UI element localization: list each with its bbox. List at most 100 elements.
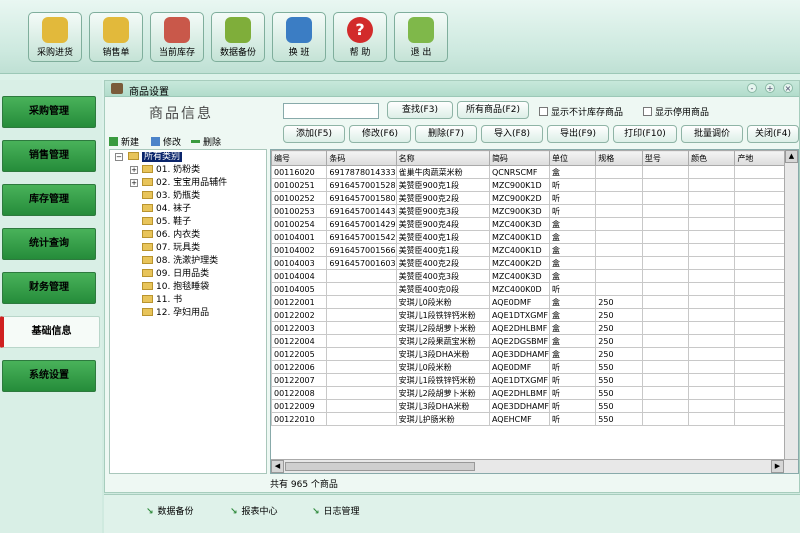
table-cell[interactable]: MZC400K3D xyxy=(488,217,551,231)
tree-item[interactable]: 07. 玩具类 xyxy=(142,242,200,254)
show-no-stock-checkbox[interactable]: 显示不计库存商品 xyxy=(539,105,623,119)
expand-icon[interactable]: + xyxy=(130,179,138,187)
column-header[interactable]: 简码 xyxy=(488,150,551,166)
table-cell[interactable]: 00122010 xyxy=(271,412,328,426)
table-cell[interactable] xyxy=(688,334,736,348)
table-cell[interactable]: 6916457001429 xyxy=(326,217,397,231)
table-cell[interactable] xyxy=(688,178,736,192)
table-cell[interactable] xyxy=(688,360,736,374)
table-cell[interactable]: MZC400K0D xyxy=(488,282,551,296)
inventory-button[interactable]: 当前库存 xyxy=(150,12,204,62)
nav-statistics[interactable]: 统计查询 xyxy=(2,228,96,260)
table-cell[interactable] xyxy=(688,399,736,413)
scroll-thumb[interactable] xyxy=(285,462,475,471)
exit-button[interactable]: 退 出 xyxy=(394,12,448,62)
table-cell[interactable] xyxy=(326,373,397,387)
table-cell[interactable]: 盒 xyxy=(549,321,597,335)
batch-price-button[interactable]: 批量调价 xyxy=(681,125,743,143)
tree-item[interactable]: 03. 奶瓶类 xyxy=(142,190,200,202)
table-cell[interactable] xyxy=(326,321,397,335)
nav-system-settings[interactable]: 系统设置 xyxy=(2,360,96,392)
table-cell[interactable] xyxy=(595,217,643,231)
table-cell[interactable] xyxy=(688,191,736,205)
column-header[interactable]: 颜色 xyxy=(688,150,736,166)
table-cell[interactable] xyxy=(595,178,643,192)
tree-item[interactable]: 06. 内衣类 xyxy=(142,229,200,241)
table-cell[interactable]: 550 xyxy=(595,373,643,387)
export-button[interactable]: 导出(F9) xyxy=(547,125,609,143)
table-cell[interactable]: 盒 xyxy=(549,347,597,361)
table-row[interactable]: 00122008 安琪儿2段胡萝卜米粉 AQE2DHLBMF 听 550 xyxy=(271,386,798,400)
table-cell[interactable]: 550 xyxy=(595,386,643,400)
table-cell[interactable] xyxy=(641,412,690,426)
sales-button[interactable]: 销售单 xyxy=(89,12,143,62)
vertical-scrollbar[interactable]: ▲ xyxy=(784,150,798,459)
table-cell[interactable]: 美赞臣400克0段 xyxy=(395,282,490,296)
table-cell[interactable] xyxy=(641,373,690,387)
table-cell[interactable]: MZC400K3D xyxy=(488,269,551,283)
table-cell[interactable] xyxy=(688,269,736,283)
table-cell[interactable] xyxy=(641,217,690,231)
table-cell[interactable] xyxy=(688,308,736,322)
tree-item[interactable]: 12. 孕妇用品 xyxy=(142,307,209,319)
help-button[interactable]: ? 帮 助 xyxy=(333,12,387,62)
table-cell[interactable]: 00122009 xyxy=(271,399,328,413)
table-row[interactable]: 00104004 美赞臣400克3段 MZC400K3D 盒 xyxy=(271,269,798,283)
table-cell[interactable]: 00122004 xyxy=(271,334,328,348)
all-products-button[interactable]: 所有商品(F2) xyxy=(457,101,529,119)
restore-icon[interactable]: + xyxy=(765,83,775,93)
table-cell[interactable]: 550 xyxy=(595,399,643,413)
table-cell[interactable]: 安琪儿3段DHA米粉 xyxy=(395,399,490,413)
table-cell[interactable]: 听 xyxy=(549,178,597,192)
table-cell[interactable]: 6916457001443 xyxy=(326,204,397,218)
table-cell[interactable] xyxy=(688,256,736,270)
table-row[interactable]: 00122001 安琪儿0段米粉 AQE0DMF 盒 250 xyxy=(271,295,798,309)
horizontal-scrollbar[interactable]: ◀ ▶ xyxy=(271,459,798,473)
table-cell[interactable]: 00104003 xyxy=(271,256,328,270)
table-cell[interactable]: AQE2DHLBMF xyxy=(488,386,551,400)
table-cell[interactable]: 听 xyxy=(549,386,597,400)
table-cell[interactable] xyxy=(641,321,690,335)
edit-button[interactable]: 修改(F6) xyxy=(349,125,411,143)
table-cell[interactable]: 盒 xyxy=(549,230,597,244)
table-cell[interactable]: 550 xyxy=(595,360,643,374)
table-cell[interactable]: 安琪儿2段胡萝卜米粉 xyxy=(395,386,490,400)
table-cell[interactable] xyxy=(595,165,643,179)
show-disabled-checkbox[interactable]: 显示停用商品 xyxy=(643,105,709,119)
table-row[interactable]: 00122010 安琪儿护肠米粉 AQEHCMF 听 550 xyxy=(271,412,798,426)
table-cell[interactable]: AQE2DHLBMF xyxy=(488,321,551,335)
table-row[interactable]: 00104003 6916457001603 美赞臣400克2段 MZC400K2D 盒 xyxy=(271,256,798,270)
table-cell[interactable] xyxy=(688,204,736,218)
table-cell[interactable] xyxy=(641,191,690,205)
table-cell[interactable]: 00104001 xyxy=(271,230,328,244)
table-cell[interactable]: AQE3DDHAMF xyxy=(488,347,551,361)
table-cell[interactable]: AQE2DGSBMF xyxy=(488,334,551,348)
table-cell[interactable] xyxy=(595,282,643,296)
table-cell[interactable]: 美赞臣900克3段 xyxy=(395,204,490,218)
table-cell[interactable] xyxy=(688,412,736,426)
table-cell[interactable] xyxy=(641,230,690,244)
minimize-icon[interactable]: - xyxy=(747,83,757,93)
table-cell[interactable]: 盒 xyxy=(549,243,597,257)
column-header[interactable]: 单位 xyxy=(549,150,597,166)
table-cell[interactable]: 6916457001566 xyxy=(326,243,397,257)
table-cell[interactable]: 00116020 xyxy=(271,165,328,179)
table-cell[interactable]: 00122002 xyxy=(271,308,328,322)
tree-item[interactable]: 08. 洗漱护理类 xyxy=(142,255,218,267)
table-cell[interactable]: MZC400K1D xyxy=(488,230,551,244)
table-cell[interactable] xyxy=(641,399,690,413)
table-cell[interactable]: AQE1DTXGMF xyxy=(488,308,551,322)
table-cell[interactable] xyxy=(326,399,397,413)
add-button[interactable]: 添加(F5) xyxy=(283,125,345,143)
table-cell[interactable]: 美赞臣400克3段 xyxy=(395,269,490,283)
table-cell[interactable]: 00122005 xyxy=(271,347,328,361)
table-cell[interactable] xyxy=(688,282,736,296)
table-cell[interactable]: AQE3DDHAMF xyxy=(488,399,551,413)
table-cell[interactable]: 盒 xyxy=(549,256,597,270)
table-row[interactable]: 00122004 安琪儿2段果蔬宝米粉 AQE2DGSBMF 盒 250 xyxy=(271,334,798,348)
tree-delete-button[interactable]: 删除 xyxy=(191,135,221,148)
table-cell[interactable]: 听 xyxy=(549,360,597,374)
checkbox-box[interactable] xyxy=(539,107,548,116)
table-cell[interactable]: 250 xyxy=(595,308,643,322)
table-cell[interactable] xyxy=(688,165,736,179)
